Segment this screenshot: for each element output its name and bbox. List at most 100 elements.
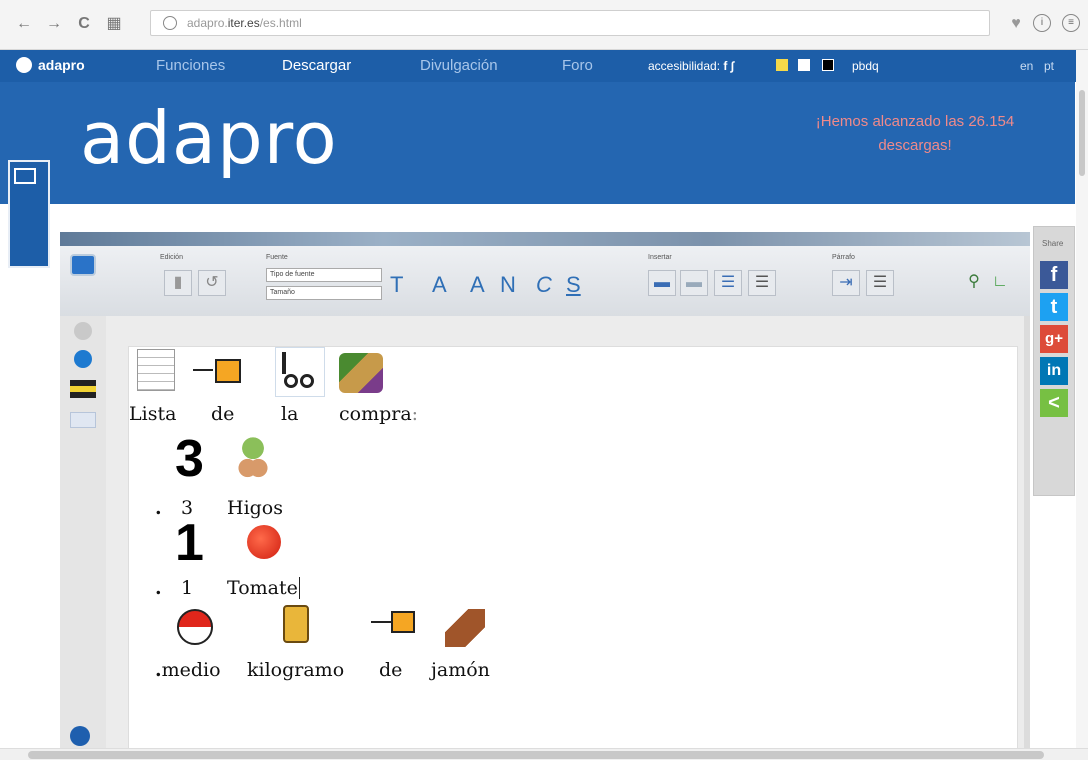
text-size-button[interactable]: T [390, 272, 403, 298]
word-la: la [281, 403, 299, 425]
contrast-black-button[interactable] [822, 59, 834, 71]
list-alt-button[interactable]: ☰ [748, 270, 776, 296]
arrow-de-pictogram-2 [391, 611, 415, 633]
document-page[interactable]: Lista de la compra: 3 . 3 Higos 1 . 1 To… [128, 346, 1018, 760]
arrow-line-pictogram [193, 369, 213, 371]
nav-item-foro[interactable]: Foro [562, 57, 593, 74]
bullet: . [155, 577, 162, 599]
app-titlebar [60, 232, 1030, 246]
share-icon[interactable]: < [1040, 389, 1068, 417]
menu-icon[interactable]: ≡ [1062, 14, 1080, 32]
caps-button[interactable]: A [470, 272, 485, 298]
nav-item-funciones[interactable]: Funciones [156, 57, 225, 74]
linkedin-share-button[interactable]: in [1040, 357, 1068, 385]
word-1: 1 [181, 577, 194, 599]
bullet: . [155, 497, 162, 519]
ribbon-toolbar: Edición Fuente Insertar Párrafo ▮ ↺ Tipo… [60, 246, 1030, 316]
reader-icon[interactable]: ▦ [104, 14, 124, 34]
mail-icon [14, 168, 36, 184]
left-toolbar [60, 254, 106, 760]
reload-icon[interactable]: C [74, 14, 94, 34]
cursive-button[interactable]: C [536, 272, 552, 298]
word-higos: Higos [227, 497, 283, 519]
lang-en-link[interactable]: en [1020, 59, 1033, 73]
browser-toolbar: ← → C ▦ adapro.iter.es/es.html ♥ i ≡ [0, 0, 1088, 50]
shopping-bag-pictogram [339, 353, 383, 393]
twitter-share-button[interactable]: t [1040, 293, 1068, 321]
back-icon[interactable]: ← [14, 14, 34, 34]
figs-pictogram [235, 435, 271, 479]
group-label-parrafo: Párrafo [832, 254, 855, 261]
document-area: Lista de la compra: 3 . 3 Higos 1 . 1 To… [106, 316, 1024, 760]
group-label-fuente: Fuente [266, 254, 288, 261]
ham-pictogram [445, 609, 485, 647]
contrast-yellow-button[interactable] [776, 59, 788, 71]
font-size-select[interactable]: Tamaño [266, 286, 382, 300]
share-label: Share [1042, 239, 1064, 248]
group-label-insertar: Insertar [648, 254, 672, 261]
underline-button[interactable]: S [566, 272, 581, 298]
share-sidebar: Share f t g+ in < [1033, 226, 1075, 496]
la-pictogram [275, 347, 325, 397]
googleplus-share-button[interactable]: g+ [1040, 325, 1068, 353]
font-f-button[interactable]: f [723, 59, 727, 73]
bold-button[interactable]: A [432, 272, 447, 298]
word-kilogramo: kilogramo [247, 659, 345, 681]
word-de-2: de [379, 659, 403, 681]
list-button[interactable]: ☰ [714, 270, 742, 296]
contrast-white-button[interactable] [798, 59, 810, 71]
site-navbar: adapro Funciones Descargar Divulgación F… [0, 50, 1088, 82]
facebook-share-button[interactable]: f [1040, 261, 1068, 289]
site-info-icon[interactable] [163, 16, 177, 30]
font-type-select[interactable]: Tipo de fuente [266, 268, 382, 282]
undo-button[interactable]: ↺ [198, 270, 226, 296]
pbdq-icon[interactable] [70, 412, 96, 428]
heart-icon[interactable]: ♥ [1006, 14, 1026, 34]
word-lista: Lista [129, 403, 177, 425]
number-1-pictogram: 1 [175, 514, 204, 572]
indent-button[interactable]: ⇥ [832, 270, 860, 296]
info-circle-icon[interactable] [74, 350, 92, 368]
hero-banner: adapro ¡Hemos alcanzado las 26.154 desca… [0, 82, 1075, 204]
group-label-edicion: Edición [160, 254, 183, 261]
list-pictogram [137, 349, 175, 391]
insert-image-button[interactable]: ▬ [648, 270, 676, 296]
font-alt-button[interactable]: ∫ [731, 59, 734, 73]
normal-button[interactable]: N [500, 272, 516, 298]
arrow-line-pictogram-2 [371, 621, 391, 623]
lang-pt-link[interactable]: pt [1044, 59, 1054, 73]
insert-picto-button[interactable]: ▬ [680, 270, 708, 296]
hero-logo: adapro [80, 96, 338, 180]
paste-button[interactable]: ▮ [164, 270, 192, 296]
nav-logo[interactable]: adapro [16, 57, 85, 73]
url-text: adapro.iter.es/es.html [187, 16, 302, 30]
settings-icon[interactable] [74, 322, 92, 340]
word-tomate: Tomate [227, 577, 300, 599]
address-bar[interactable]: adapro.iter.es/es.html [150, 10, 990, 36]
nav-item-divulgacion[interactable]: Divulgación [420, 57, 498, 74]
logo-icon [16, 57, 32, 73]
contact-tab[interactable] [8, 160, 50, 268]
horizontal-scroll-thumb[interactable] [28, 751, 1044, 759]
info-icon[interactable]: i [1033, 14, 1051, 32]
vertical-scrollbar[interactable] [1076, 50, 1088, 748]
tools-icon[interactable]: ⚲ [960, 270, 988, 296]
word-compra: compra: [339, 403, 419, 425]
vertical-scroll-thumb[interactable] [1079, 90, 1085, 176]
number-3-pictogram: 3 [175, 430, 204, 488]
pbdq-button[interactable]: pbdq [852, 59, 879, 73]
tomato-pictogram [247, 525, 281, 559]
word-de: de [211, 403, 235, 425]
ruler-icon[interactable]: ∟ [986, 270, 1014, 296]
app-window: Edición Fuente Insertar Párrafo ▮ ↺ Tipo… [60, 232, 1030, 760]
download-counter: ¡Hemos alcanzado las 26.154 descargas! [815, 113, 1015, 154]
forward-icon[interactable]: → [44, 14, 64, 34]
adapro-logo-icon[interactable] [70, 726, 90, 746]
nav-item-descargar[interactable]: Descargar [282, 57, 351, 74]
comment-icon[interactable] [70, 254, 96, 276]
kilogram-weight-pictogram [283, 605, 309, 643]
arrow-de-pictogram [215, 359, 241, 383]
contrast-icon[interactable] [70, 380, 96, 398]
paragraph-button[interactable]: ☰ [866, 270, 894, 296]
horizontal-scrollbar[interactable] [0, 748, 1088, 760]
